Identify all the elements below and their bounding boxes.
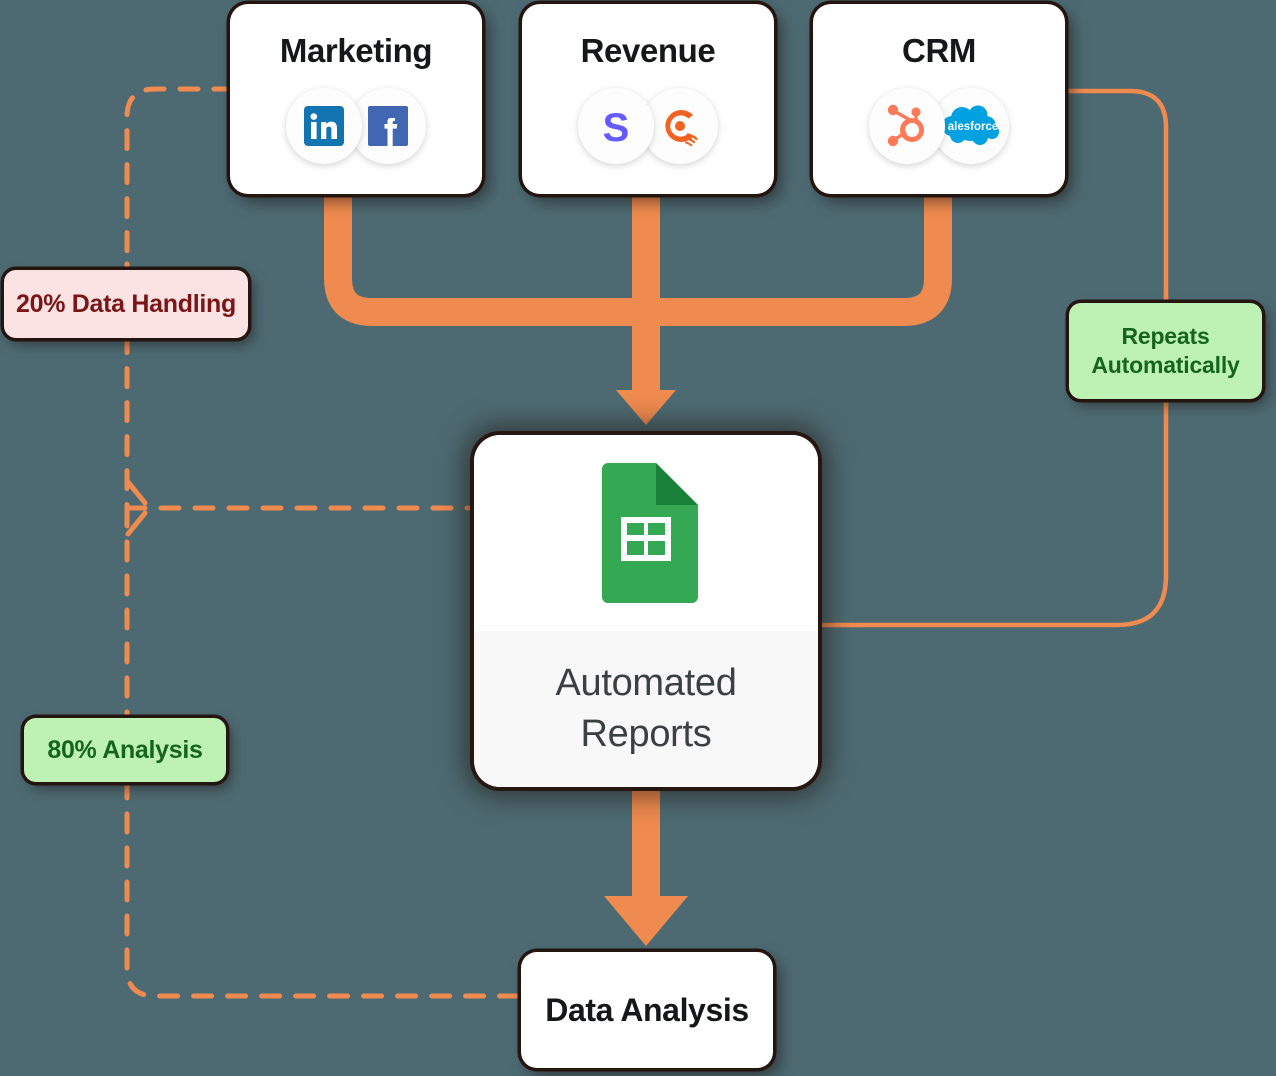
annotation-repeats-automatically[interactable]: Repeats Automatically: [1069, 303, 1262, 399]
trunk-arrowhead: [616, 390, 676, 425]
automated-reports-label: Automated Reports: [555, 661, 737, 755]
chartmogul-icon: [665, 110, 698, 147]
data-analysis-card[interactable]: Data Analysis: [521, 952, 773, 1068]
linkedin-logo-bubble: [286, 88, 362, 164]
output-arrowhead: [604, 896, 688, 946]
logo-pair: S: [578, 88, 718, 164]
source-card-marketing[interactable]: Marketing: [230, 4, 482, 194]
source-card-title: CRM: [902, 32, 976, 69]
logo-pair: [286, 88, 426, 164]
data-analysis-label: Data Analysis: [545, 991, 749, 1028]
source-merge-pipes: [324, 188, 952, 392]
svg-text:S: S: [603, 106, 630, 150]
linkedin-icon: [304, 106, 344, 146]
annotation-label: Repeats Automatically: [1091, 323, 1240, 378]
logo-pair: alesforce: [869, 88, 1009, 164]
source-card-crm[interactable]: CRM alesforce: [813, 4, 1065, 194]
svg-text:alesforce: alesforce: [948, 121, 999, 133]
diagram-canvas: Marketing Revenue S CRM alesforce Automa…: [0, 0, 1276, 1076]
stripe-icon: S: [603, 106, 630, 150]
crm-to-center: [646, 188, 952, 326]
stripe-logo-bubble: S: [578, 88, 654, 164]
source-card-title: Marketing: [279, 32, 433, 69]
center-icon-area: [474, 435, 818, 631]
source-card-revenue[interactable]: Revenue S: [522, 4, 774, 194]
annotation-data-handling[interactable]: 20% Data Handling: [4, 270, 248, 338]
annotation-label: 20% Data Handling: [16, 289, 236, 318]
source-card-title: Revenue: [580, 32, 716, 69]
annotation-label: 80% Analysis: [47, 735, 203, 764]
marketing-to-center: [324, 188, 646, 326]
center-to-data-analysis: [604, 787, 688, 946]
google-sheets-icon: [602, 463, 698, 603]
hubspot-logo-bubble: [869, 88, 945, 164]
annotation-analysis[interactable]: 80% Analysis: [24, 718, 226, 782]
automated-reports-card[interactable]: Automated Reports: [474, 435, 818, 787]
center-label-area: Automated Reports: [474, 631, 818, 787]
facebook-icon: [368, 106, 408, 146]
salesforce-icon: alesforce: [942, 105, 999, 145]
hubspot-icon: [887, 104, 924, 147]
